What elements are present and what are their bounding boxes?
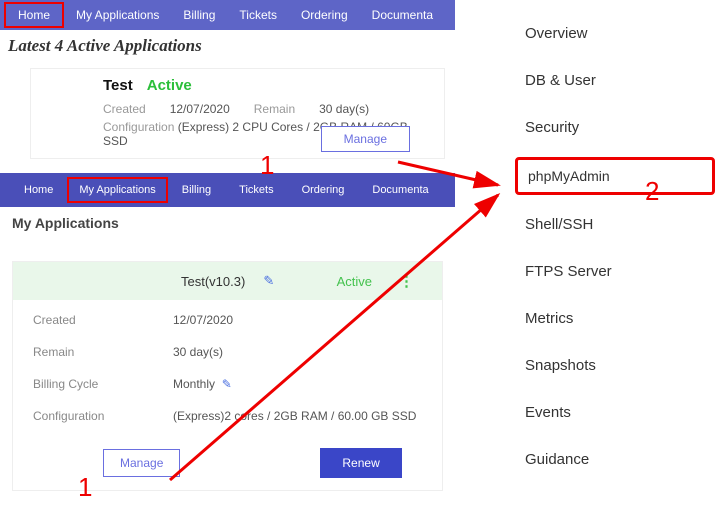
created-value: 12/07/2020 — [173, 313, 233, 327]
config-label: Configuration — [103, 120, 174, 134]
created-label: Created — [103, 102, 146, 116]
menu-shell-ssh[interactable]: Shell/SSH — [515, 201, 725, 248]
menu-phpmyadmin[interactable]: phpMyAdmin — [515, 157, 715, 195]
section-title: Latest 4 Active Applications — [0, 30, 455, 62]
nav2-ordering[interactable]: Ordering — [288, 177, 359, 203]
remain-label: Remain — [254, 102, 295, 116]
nav-ordering[interactable]: Ordering — [289, 2, 360, 28]
menu-ftps-server[interactable]: FTPS Server — [515, 248, 725, 295]
app-status: Active — [147, 77, 192, 94]
row-created: Created 12/07/2020 — [13, 304, 442, 336]
manage-button[interactable]: Manage — [321, 126, 410, 152]
edit-cycle-icon[interactable]: ✎ — [222, 377, 232, 391]
menu-security[interactable]: Security — [515, 104, 725, 151]
second-nav: Home My Applications Billing Tickets Ord… — [0, 173, 455, 207]
billing-cycle-label: Billing Cycle — [33, 377, 173, 391]
configuration-value: (Express)2 cores / 2GB RAM / 60.00 GB SS… — [173, 409, 416, 423]
nav2-tickets[interactable]: Tickets — [225, 177, 287, 203]
detail-header: Test(v10.3) ✎ Active ⋮ — [13, 262, 442, 300]
renew-button[interactable]: Renew — [320, 448, 401, 478]
app-avatar — [31, 85, 91, 143]
app-name: Test — [103, 77, 133, 94]
detail-status: Active — [337, 274, 372, 289]
menu-snapshots[interactable]: Snapshots — [515, 342, 725, 389]
remain-label: Remain — [33, 345, 173, 359]
top-nav: Home My Applications Billing Tickets Ord… — [0, 0, 455, 30]
billing-cycle-value: Monthly ✎ — [173, 377, 232, 391]
nav2-home[interactable]: Home — [10, 177, 67, 203]
row-configuration: Configuration (Express)2 cores / 2GB RAM… — [13, 400, 442, 432]
nav-billing[interactable]: Billing — [171, 2, 227, 28]
configuration-label: Configuration — [33, 409, 173, 423]
manage-button-2[interactable]: Manage — [103, 449, 180, 477]
row-remain: Remain 30 day(s) — [13, 336, 442, 368]
remain-value: 30 day(s) — [173, 345, 223, 359]
billing-cycle-text: Monthly — [173, 377, 215, 391]
nav-tickets[interactable]: Tickets — [227, 2, 289, 28]
menu-guidance[interactable]: Guidance — [515, 436, 725, 483]
created-label: Created — [33, 313, 173, 327]
kebab-menu-icon[interactable]: ⋮ — [399, 272, 414, 290]
edit-icon[interactable]: ✎ — [263, 273, 274, 289]
nav-home[interactable]: Home — [4, 2, 64, 28]
menu-events[interactable]: Events — [515, 389, 725, 436]
menu-db-user[interactable]: DB & User — [515, 57, 725, 104]
menu-metrics[interactable]: Metrics — [515, 295, 725, 342]
created-value: 12/07/2020 — [170, 102, 230, 116]
nav-my-applications[interactable]: My Applications — [64, 2, 171, 28]
remain-value: 30 day(s) — [319, 102, 369, 116]
side-menu: Overview DB & User Security phpMyAdmin S… — [475, 0, 725, 493]
menu-overview[interactable]: Overview — [515, 10, 725, 57]
nav2-documentation[interactable]: Documenta — [358, 177, 442, 203]
nav2-my-applications[interactable]: My Applications — [67, 177, 167, 203]
detail-app-name: Test(v10.3) — [181, 274, 245, 289]
row-billing-cycle: Billing Cycle Monthly ✎ — [13, 368, 442, 400]
nav2-billing[interactable]: Billing — [168, 177, 225, 203]
app-detail-card: Test(v10.3) ✎ Active ⋮ Created 12/07/202… — [12, 261, 443, 491]
my-applications-heading: My Applications — [0, 207, 455, 239]
app-card: Test Active Created 12/07/2020 Remain 30… — [30, 68, 445, 159]
nav-documentation[interactable]: Documenta — [360, 2, 445, 28]
